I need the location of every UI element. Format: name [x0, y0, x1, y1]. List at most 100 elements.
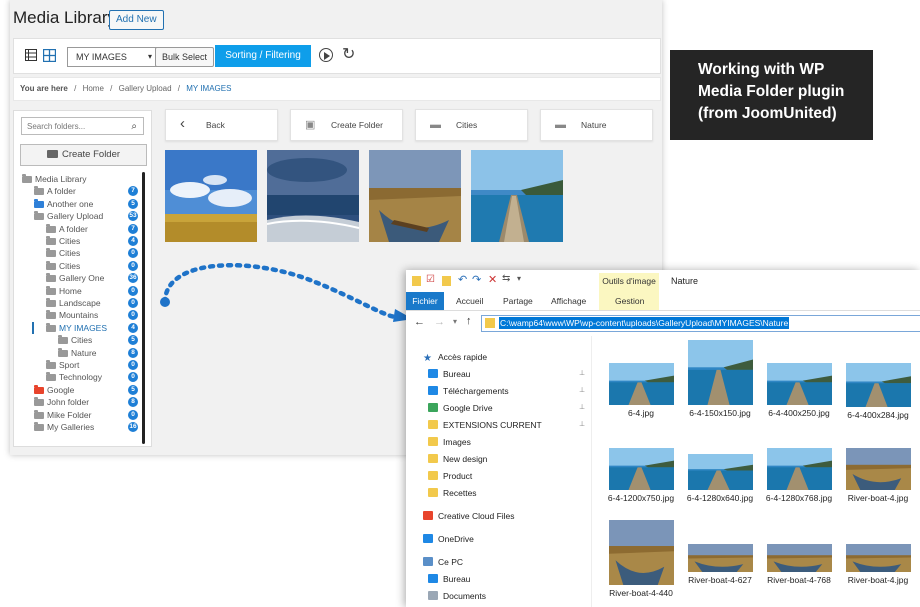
- nav-item[interactable]: Recettes: [428, 486, 477, 500]
- tree-item-label: Cities: [59, 260, 81, 271]
- tree-item[interactable]: Technology: [46, 371, 102, 383]
- file-item[interactable]: 6-4-400x250.jpg: [763, 363, 835, 418]
- nav-item[interactable]: Bureau: [428, 572, 470, 586]
- nav-item[interactable]: Google Drive: [428, 401, 493, 415]
- refresh-icon[interactable]: ↻: [342, 44, 355, 64]
- add-new-button[interactable]: Add New: [109, 10, 164, 30]
- media-thumbnail-wheat-field[interactable]: [165, 150, 257, 242]
- play-icon[interactable]: [319, 48, 333, 62]
- file-item[interactable]: River-boat-4-440: [605, 520, 677, 598]
- media-thumbnail-sea-beach[interactable]: [267, 150, 359, 242]
- tree-item[interactable]: Cities: [46, 260, 80, 272]
- file-item[interactable]: River-boat-4-768: [763, 544, 835, 585]
- nav-item[interactable]: New design: [428, 452, 487, 466]
- tree-item[interactable]: My Galleries: [34, 421, 94, 433]
- search-folders-input[interactable]: Search folders... ⌕: [21, 117, 144, 135]
- tree-item-label: Mike Folder: [47, 409, 92, 420]
- contextual-tab-image-tools[interactable]: Outils d'image: [599, 273, 659, 290]
- nav-card-create-folder[interactable]: ▣ Create Folder: [290, 109, 403, 141]
- file-item[interactable]: River-boat-4.jpg: [842, 544, 914, 585]
- file-item[interactable]: River-boat-4.jpg: [842, 448, 914, 503]
- tree-scrollbar[interactable]: [142, 172, 145, 444]
- grid-view-icon[interactable]: [43, 49, 56, 62]
- file-item[interactable]: 6-4.jpg: [605, 363, 677, 418]
- back-arrow-icon[interactable]: ←: [414, 316, 425, 328]
- tab-fichier[interactable]: Fichier: [406, 292, 444, 310]
- address-bar[interactable]: C:\wamp64\www\WP\wp-content\uploads\Gall…: [481, 315, 920, 332]
- tree-item[interactable]: Landscape: [46, 297, 101, 309]
- tree-item[interactable]: Gallery One: [46, 272, 104, 284]
- nav-card-back[interactable]: ‹ Back: [165, 109, 278, 141]
- breadcrumb-item-gallery-upload[interactable]: Gallery Upload: [119, 78, 172, 100]
- breadcrumb-item-my-images[interactable]: MY IMAGES: [186, 78, 231, 100]
- file-item[interactable]: 6-4-1200x750.jpg: [605, 448, 677, 503]
- nav-item[interactable]: Product: [428, 469, 472, 483]
- tree-item[interactable]: Cities: [46, 235, 80, 247]
- nav-item[interactable]: Creative Cloud Files: [423, 509, 515, 523]
- river-boat-image-icon: [766, 544, 832, 572]
- nav-item[interactable]: Documents: [428, 589, 486, 603]
- redo-icon[interactable]: ↷: [472, 273, 481, 286]
- bulk-select-button[interactable]: Bulk Select: [155, 47, 215, 67]
- nav-item[interactable]: Images: [428, 435, 471, 449]
- delete-icon[interactable]: ✕: [488, 273, 497, 286]
- rename-icon[interactable]: ⇆: [502, 273, 510, 284]
- file-item[interactable]: River-boat-4-627: [684, 544, 756, 585]
- folder-icon: [34, 409, 44, 419]
- tree-item[interactable]: Cities: [58, 334, 92, 346]
- tree-item[interactable]: Mike Folder: [34, 409, 91, 421]
- sorting-filtering-button[interactable]: Sorting / Filtering: [215, 45, 311, 67]
- tree-item[interactable]: Google: [34, 384, 74, 396]
- properties-icon[interactable]: ☑: [426, 274, 435, 285]
- tab-partage[interactable]: Partage: [503, 292, 533, 310]
- tree-item[interactable]: Media Library: [22, 173, 87, 185]
- nav-item[interactable]: ★ Accès rapide: [423, 350, 487, 364]
- nav-card-cities[interactable]: ▬ Cities: [415, 109, 528, 141]
- folder-icon: [428, 471, 438, 480]
- folder-select[interactable]: MY IMAGES ▾: [67, 47, 157, 67]
- nav-item[interactable]: Téléchargements: [428, 384, 509, 398]
- nav-item[interactable]: EXTENSIONS CURRENT: [428, 418, 542, 432]
- file-item[interactable]: 6-4-1280x640.jpg: [684, 454, 756, 503]
- tree-item[interactable]: John folder: [34, 396, 89, 408]
- nav-item[interactable]: Bureau: [428, 367, 470, 381]
- file-name: 6-4-1280x768.jpg: [765, 493, 833, 503]
- tab-gestion[interactable]: Gestion: [615, 292, 644, 310]
- pier-image-icon: [687, 454, 753, 490]
- nav-item[interactable]: OneDrive: [423, 532, 474, 546]
- undo-icon[interactable]: ↶: [458, 273, 467, 286]
- create-folder-button[interactable]: Create Folder: [20, 144, 147, 166]
- file-item[interactable]: 6-4-150x150.jpg: [684, 340, 756, 418]
- nav-card-nature[interactable]: ▬ Nature: [540, 109, 653, 141]
- recent-dropdown-icon[interactable]: ▾: [453, 317, 457, 326]
- tab-accueil[interactable]: Accueil: [456, 292, 483, 310]
- search-icon[interactable]: ⌕: [131, 118, 137, 136]
- tree-item[interactable]: Mountains: [46, 309, 98, 321]
- nav-item[interactable]: Ce PC: [423, 555, 463, 569]
- file-item[interactable]: 6-4-1280x768.jpg: [763, 448, 835, 503]
- tree-item[interactable]: MY IMAGES: [46, 322, 107, 334]
- up-arrow-icon[interactable]: ↑: [466, 315, 472, 327]
- breadcrumb-item-home[interactable]: Home: [83, 78, 104, 100]
- tree-item[interactable]: Gallery Upload: [34, 210, 103, 222]
- tree-item[interactable]: Home: [46, 285, 82, 297]
- tree-item[interactable]: Cities: [46, 247, 80, 259]
- tree-item[interactable]: Nature: [58, 347, 97, 359]
- tree-item-label: John folder: [47, 397, 90, 408]
- forward-arrow-icon[interactable]: →: [434, 316, 445, 328]
- file-item[interactable]: 6-4-400x284.jpg: [842, 363, 914, 420]
- tree-item[interactable]: Sport: [46, 359, 79, 371]
- new-folder-icon[interactable]: [442, 276, 451, 286]
- media-thumbnail-pier[interactable]: [471, 150, 563, 242]
- tree-item[interactable]: Another one: [34, 198, 93, 210]
- pin-icon: ⊥: [579, 404, 586, 411]
- tree-item[interactable]: A folder: [46, 223, 88, 235]
- folder-icon: [412, 276, 421, 286]
- count-badge: 8: [128, 347, 138, 358]
- address-path[interactable]: C:\wamp64\www\WP\wp-content\uploads\Gall…: [499, 317, 790, 329]
- customize-dropdown-icon[interactable]: ▾: [517, 274, 521, 283]
- media-thumbnail-river-boat[interactable]: [369, 150, 461, 242]
- list-view-icon[interactable]: [25, 49, 37, 61]
- tree-item[interactable]: A folder: [34, 185, 76, 197]
- tab-affichage[interactable]: Affichage: [551, 292, 586, 310]
